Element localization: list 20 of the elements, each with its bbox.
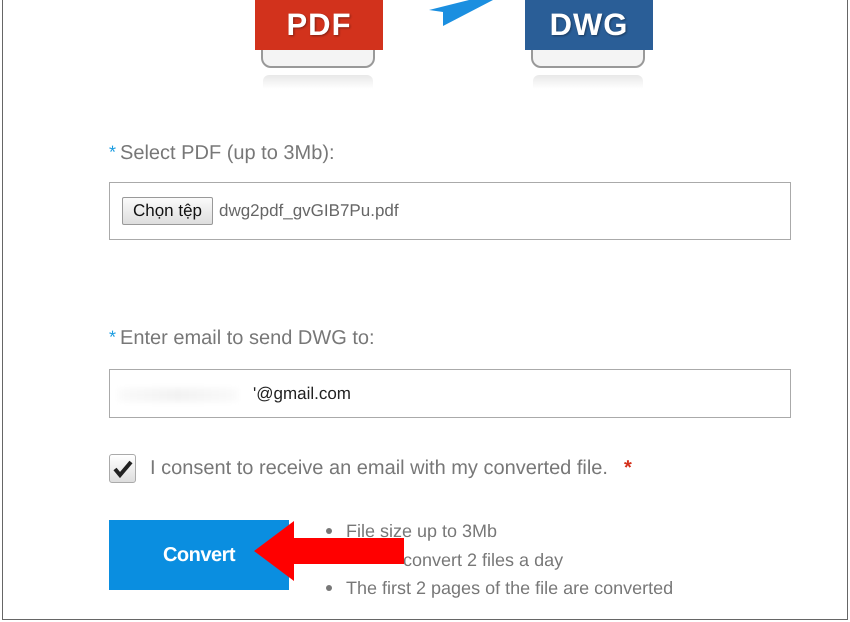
file-type-badge: DWG [525,0,653,50]
field-label: Enter email to send DWG to: [120,327,375,350]
choose-file-button[interactable]: Chọn tệp [122,197,213,225]
file-name: dwg2pdf_gvGIB7Pu.pdf [219,201,399,221]
note-text: The first 2 pages of the file are converted [346,577,674,600]
bullet-icon [326,528,332,534]
convert-button[interactable]: Convert [109,520,289,590]
required-icon: * [109,327,116,348]
note-text: File size up to 3Mb [346,520,498,543]
email-field[interactable]: ʹ@gmail.com [109,369,791,418]
field-label: Select PDF (up to 3Mb): [120,142,335,165]
arrow-icon [429,0,493,26]
file-input[interactable]: Chọn tệp dwg2pdf_gvGIB7Pu.pdf [109,182,791,240]
file-type-badge: PDF [255,0,383,50]
required-icon: * [109,142,116,163]
consent-label: I consent to receive an email with my converted file. [150,457,608,480]
required-mark: * [624,457,632,480]
bullet-icon [326,585,332,592]
note-text: convert 2 files a day [403,548,564,572]
checkbox[interactable] [109,454,136,483]
